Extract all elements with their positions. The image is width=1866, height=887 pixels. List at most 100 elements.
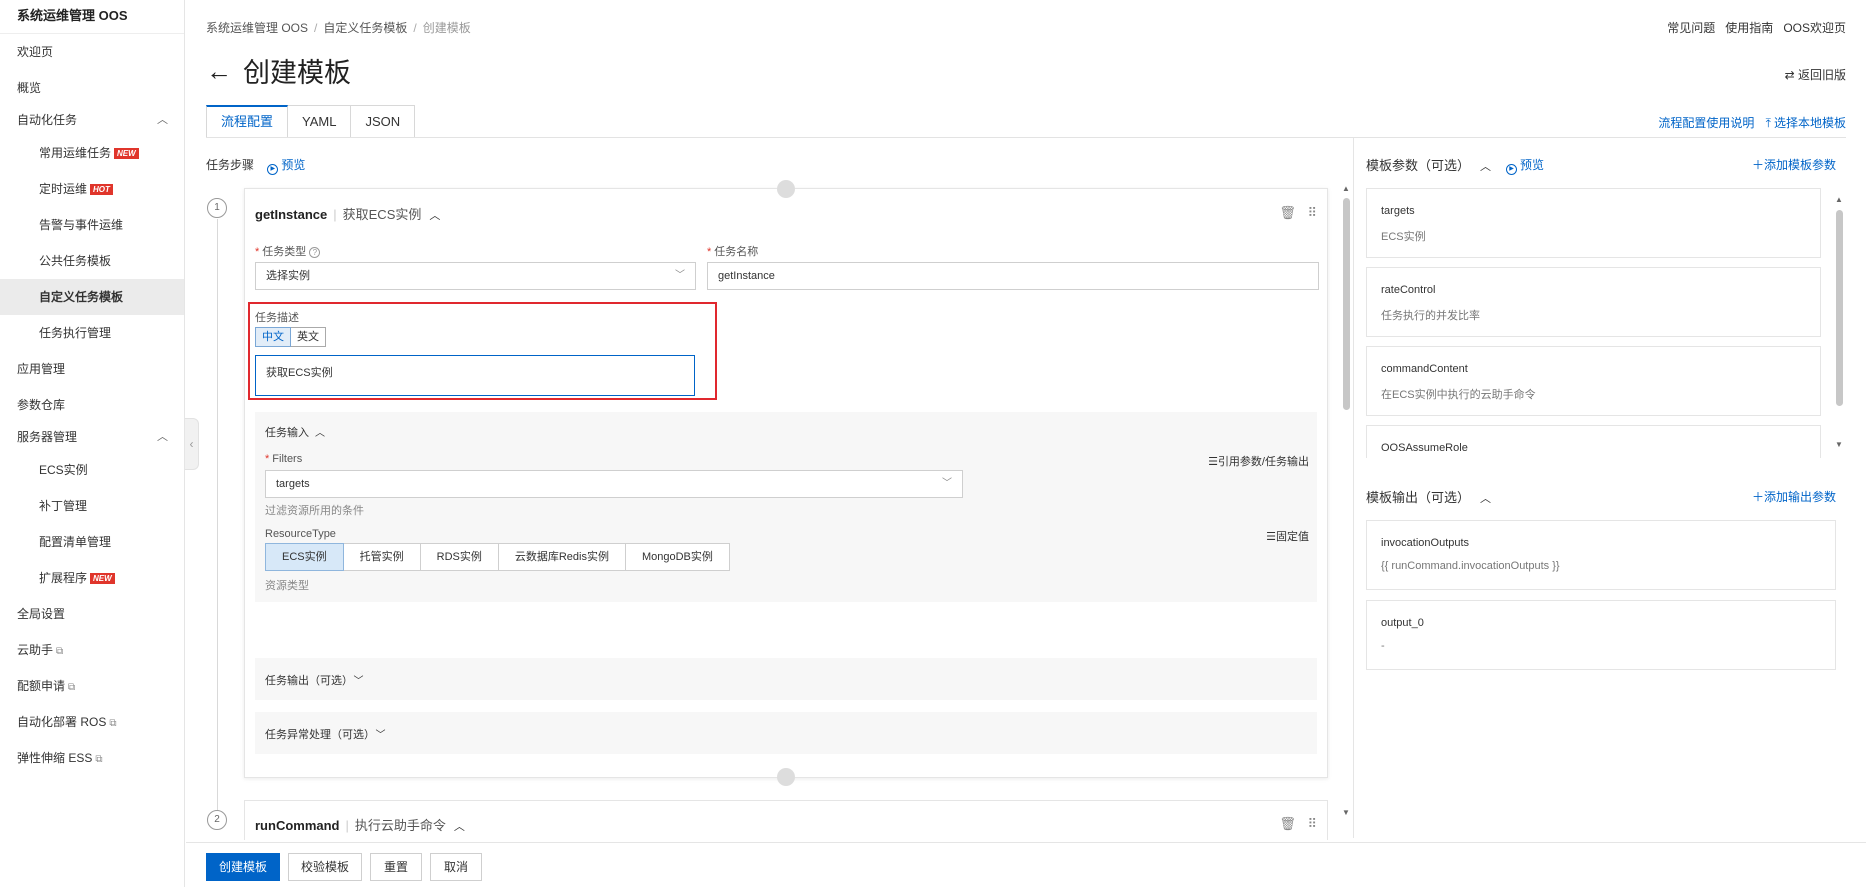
params-scroll-up-arrow[interactable]: ▲ [1835,195,1843,204]
chevron-down-icon: ﹀ [353,676,364,687]
sidebar-item-parameters[interactable]: 参数仓库 [0,387,184,423]
fixed-value-link[interactable]: ☰固定值 [1266,528,1309,544]
resource-option-mongodb[interactable]: MongoDB实例 [625,543,730,571]
breadcrumb-link-custom-templates[interactable]: 自定义任务模板 [323,21,407,35]
trash-icon[interactable]: 🗑 [1279,816,1296,831]
sidebar-item-ecs[interactable]: ECS实例 [0,452,184,488]
select-local-template-link[interactable]: 选择本地模板 [1774,116,1846,130]
sidebar-item-common-tasks[interactable]: 常用运维任务 NEW [0,135,184,171]
task-desc-textarea[interactable]: 获取ECS实例 [255,355,695,396]
reset-button[interactable]: 重置 [370,853,422,881]
params-header[interactable]: 模板参数（可选） ︿ [1366,155,1491,174]
external-link-icon: ⧉ [56,646,64,657]
cancel-button[interactable]: 取消 [430,853,482,881]
drag-handle-icon[interactable]: ⠿ [1307,205,1317,220]
sidebar-item-public-templates[interactable]: 公共任务模板 [0,243,184,279]
sidebar-group-servers[interactable]: 服务器管理 ︿ [0,419,184,455]
params-scroll-down-arrow[interactable]: ▼ [1835,440,1843,449]
step-header[interactable]: runCommand | 执行云助手命令 ︿ [255,815,465,834]
output-card-output0[interactable]: output_0 - [1366,600,1836,670]
sidebar-item-label: 公共任务模板 [39,254,112,268]
output-name: output_0 [1381,617,1424,629]
output-card-invocationoutputs[interactable]: invocationOutputs {{ runCommand.invocatio… [1366,520,1836,590]
scroll-down-arrow[interactable]: ▼ [1342,808,1350,817]
chevron-up-icon: ︿ [157,114,168,126]
params-preview-link[interactable]: ▶ 预览 [1506,156,1544,175]
sidebar-item-overview[interactable]: 概览 [0,70,184,106]
trash-icon[interactable]: 🗑 [1279,205,1296,220]
ref-param-link[interactable]: ☰引用参数/任务输出 [1208,453,1309,469]
param-card-ratecontrol[interactable]: rateControl 任务执行的并发比率 [1366,267,1821,337]
param-card-targets[interactable]: targets ECS实例 [1366,188,1821,258]
chevron-up-icon: ︿ [1480,493,1492,505]
task-desc-label: 任务描述 [255,312,299,324]
sidebar-item-custom-templates[interactable]: 自定义任务模板 [0,279,184,315]
sidebar-item-inventory[interactable]: 配置清单管理 [0,524,184,560]
back-arrow-icon[interactable]: ← [206,56,232,86]
add-output-link[interactable]: ＋添加输出参数 [1752,488,1836,505]
tab-yaml[interactable]: YAML [288,105,352,138]
create-template-button[interactable]: 创建模板 [206,853,280,881]
step-header[interactable]: getInstance | 获取ECS实例 ︿ [255,204,440,223]
sidebar-item-executions[interactable]: 任务执行管理 [0,315,184,351]
task-error-section[interactable]: 任务异常处理（可选） ﹀ [255,712,1317,754]
drag-dot-bottom[interactable] [777,768,795,786]
resource-option-ecs[interactable]: ECS实例 [265,543,344,571]
task-name-input[interactable]: getInstance [707,262,1319,290]
drag-dot-top[interactable] [777,180,795,198]
sidebar-item-welcome[interactable]: 欢迎页 [0,34,184,70]
usage-guide-link[interactable]: 流程配置使用说明 [1658,116,1754,130]
resource-option-redis[interactable]: 云数据库Redis实例 [498,543,626,571]
output-name: invocationOutputs [1381,537,1470,549]
task-name-value: getInstance [718,270,775,282]
guide-link[interactable]: 使用指南 [1725,21,1773,35]
add-param-link[interactable]: ＋添加模板参数 [1752,156,1836,173]
sidebar-item-ess[interactable]: 弹性伸缩 ESS ⧉ [0,740,184,776]
sidebar-item-global-settings[interactable]: 全局设置 [0,596,184,632]
resource-option-rds[interactable]: RDS实例 [420,543,499,571]
scroll-up-arrow[interactable]: ▲ [1342,184,1350,193]
sidebar-item-scheduled[interactable]: 定时运维 HOT [0,171,184,207]
filters-select[interactable]: targets ﹀ [265,470,963,498]
param-card-commandcontent[interactable]: commandContent 在ECS实例中执行的云助手命令 [1366,346,1821,416]
sidebar-item-app-management[interactable]: 应用管理 [0,351,184,387]
tab-flow-config[interactable]: 流程配置 [206,105,289,138]
lang-en-button[interactable]: 英文 [291,327,326,347]
validate-template-button[interactable]: 校验模板 [288,853,362,881]
breadcrumb-link-oos[interactable]: 系统运维管理 OOS [206,21,308,35]
outputs-header[interactable]: 模板输出（可选） ︿ [1366,487,1491,506]
upload-icon: ⤒ [1765,116,1771,130]
drag-handle-icon[interactable]: ⠿ [1307,816,1317,831]
sidebar-item-label: 扩展程序 [39,571,88,585]
sidebar-item-patches[interactable]: 补丁管理 [0,488,184,524]
steps-scrollbar-thumb[interactable] [1343,198,1350,410]
lang-cn-button[interactable]: 中文 [255,327,291,347]
param-card-oosassumerole[interactable]: OOSAssumeRole [1366,425,1821,458]
language-toggle: 中文 英文 [255,327,326,347]
welcome-link[interactable]: OOS欢迎页 [1783,21,1846,35]
sidebar-collapse-handle[interactable]: ‹ [185,418,199,470]
task-output-header: 任务输出（可选） ﹀ [265,672,364,688]
swap-icon: ⇄ [1784,68,1798,82]
task-input-header[interactable]: 任务输入 ︿ [265,424,325,440]
params-scrollbar-thumb[interactable] [1836,210,1843,406]
breadcrumb-current: 创建模板 [422,21,471,35]
sidebar: 系统运维管理 OOS 欢迎页 概览 自动化任务 ︿ 常用运维任务 NEW 定时运维 H… [0,0,185,887]
sidebar-item-extensions[interactable]: 扩展程序 NEW [0,560,184,596]
resource-option-managed[interactable]: 托管实例 [343,543,421,571]
task-type-select[interactable]: 选择实例 ﹀ [255,262,696,290]
sidebar-item-alerts[interactable]: 告警与事件运维 [0,207,184,243]
step-card-runcommand: runCommand | 执行云助手命令 ︿ 🗑 ⠿ [244,800,1328,840]
chevron-up-icon: ︿ [315,428,325,439]
sidebar-item-ros[interactable]: 自动化部署 ROS ⧉ [0,704,184,740]
sidebar-item-quota[interactable]: 配额申请 ⧉ [0,668,184,704]
sidebar-group-automation[interactable]: 自动化任务 ︿ [0,102,184,138]
sidebar-item-cloud-assistant[interactable]: 云助手 ⧉ [0,632,184,668]
sidebar-item-label: 自动化任务 [17,113,78,127]
return-old-version-link[interactable]: ⇄ 返回旧版 [1785,66,1846,83]
tab-json[interactable]: JSON [351,105,416,138]
sidebar-item-label: 告警与事件运维 [39,218,124,232]
task-output-section[interactable]: 任务输出（可选） ﹀ [255,658,1317,700]
faq-link[interactable]: 常见问题 [1667,21,1715,35]
steps-preview-link[interactable]: ▶ 预览 [267,158,305,175]
